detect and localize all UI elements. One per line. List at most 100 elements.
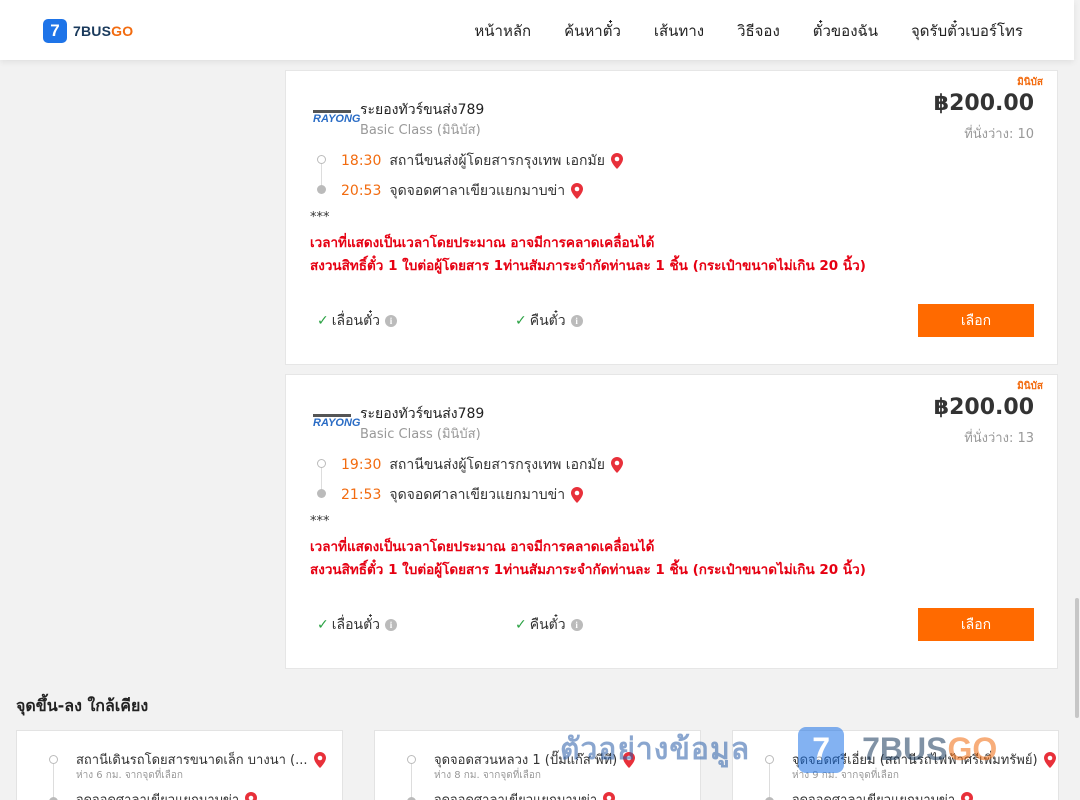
note-line-2: สงวนสิทธิ์ตั๋ว 1 ใบต่อผู้โดยสาร 1ท่านสัม… [310,562,866,578]
feature-label: เลื่อนตั๋ว [331,617,381,633]
map-pin-icon[interactable] [610,457,623,473]
bus-type-badge: มินิบัส [1017,381,1043,392]
departure-stop-name: สถานีขนส่งผู้โดยสารกรุงเทพ เอกมัย [389,457,605,473]
nearby-to: จุดจอดศาลาเขียวแยกมาบข่า [792,789,974,800]
nearby-route-card[interactable]: จุดจอดสวนหลวง 1 (ปั๊มแก๊ส พีที) ห่าง 8 ก… [374,730,701,800]
map-pin-icon[interactable] [610,153,623,169]
nav-search-ticket[interactable]: ค้นหาตั๋ว [564,19,621,43]
feature-refund: ✓ คืนตั๋ว i [515,614,583,636]
logo-text-main: 7BUS [73,23,112,39]
route-line [769,759,770,800]
map-pin-icon[interactable] [603,791,616,800]
note-line-1: เวลาที่แสดงเป็นเวลาโดยประมาณ อาจมีการคลา… [310,235,655,251]
bus-class: Basic Class (มินิบัส) [360,123,481,138]
route-line [53,759,54,800]
route-line [411,759,412,800]
seats-available: ที่นั่งว่าง: 13 [964,431,1034,446]
nav-ticket-pickup[interactable]: จุดรับตั๋วเบอร์โทร [911,19,1023,43]
check-icon: ✓ [317,617,329,633]
info-icon[interactable]: i [570,315,583,327]
arrival-stop-name: จุดจอดศาลาเขียวแยกมาบข่า [389,487,566,503]
nearby-distance: ห่าง 6 กม. จากจุดที่เลือก [76,770,183,781]
map-pin-icon[interactable] [623,751,636,768]
nearby-to: จุดจอดศาลาเขียวแยกมาบข่า [76,789,258,800]
note-stars: *** [310,514,330,529]
bus-class: Basic Class (มินิบัส) [360,427,481,442]
trip-card: มินิบัส RAYONG ระยองทัวร์ขนส่ง789 Basic … [285,374,1058,669]
departure-dot [49,755,58,764]
map-pin-icon[interactable] [571,487,584,503]
departure-dot [317,155,326,164]
nav-my-tickets[interactable]: ตั๋วของฉัน [813,19,878,43]
arrival-time: 20:53 [341,183,382,199]
check-icon: ✓ [515,313,527,329]
nearby-to: จุดจอดศาลาเขียวแยกมาบข่า [434,789,616,800]
nearby-route-card[interactable]: จุดจอดศรีเอี่ยม (สถานีรถไฟฟ้าศรีเพิ่มทรั… [732,730,1059,800]
arrival-dot [317,489,326,498]
nearby-distance: ห่าง 9 กม. จากจุดที่เลือก [792,770,899,781]
nav-home[interactable]: หน้าหลัก [474,19,531,43]
feature-label: คืนตั๋ว [529,617,566,633]
page-scrollbar[interactable] [1074,0,1080,800]
departure-dot [407,755,416,764]
nearby-to-name: จุดจอดศาลาเขียวแยกมาบข่า [434,789,597,800]
nearby-from-name: สถานีเดินรถโดยสารขนาดเล็ก บางนา (... [76,753,308,768]
ticket-price: ฿200.00 [933,395,1034,420]
info-icon[interactable]: i [385,315,398,327]
map-pin-icon[interactable] [313,751,326,768]
nearby-distance: ห่าง 8 กม. จากจุดที่เลือก [434,770,541,781]
info-icon[interactable]: i [570,619,583,631]
nav-how-to-book[interactable]: วิธีจอง [737,19,780,43]
note-stars: *** [310,210,330,225]
operator-name: ระยองทัวร์ขนส่ง789 [360,406,485,422]
nav-routes[interactable]: เส้นทาง [654,19,704,43]
operator-logo: RAYONG [313,108,361,126]
scrollbar-thumb[interactable] [1075,598,1079,718]
map-pin-icon[interactable] [571,183,584,199]
map-pin-icon[interactable] [1043,751,1056,768]
select-trip-button[interactable]: เลือก [918,304,1034,337]
note-line-1: เวลาที่แสดงเป็นเวลาโดยประมาณ อาจมีการคลา… [310,539,655,555]
logo-text-accent: GO [111,23,134,39]
nearby-from: สถานีเดินรถโดยสารขนาดเล็ก บางนา (... [76,749,326,770]
nearby-from-name: จุดจอดศรีเอี่ยม (สถานีรถไฟฟ้าศรีเพิ่มทรั… [792,753,1038,768]
feature-reschedule: ✓ เลื่อนตั๋ว i [317,310,398,332]
trip-card: มินิบัส RAYONG ระยองทัวร์ขนส่ง789 Basic … [285,70,1058,365]
note-line-2: สงวนสิทธิ์ตั๋ว 1 ใบต่อผู้โดยสาร 1ท่านสัม… [310,258,866,274]
map-pin-icon[interactable] [245,791,258,800]
site-logo[interactable]: 7 7BUSGO [43,19,133,43]
departure-stop: 18:30 สถานีขนส่งผู้โดยสารกรุงเทพ เอกมัย [341,150,623,172]
main-nav: หน้าหลัก ค้นหาตั๋ว เส้นทาง วิธีจอง ตั๋วข… [474,19,1023,43]
feature-refund: ✓ คืนตั๋ว i [515,310,583,332]
check-icon: ✓ [515,617,527,633]
nearby-from: จุดจอดสวนหลวง 1 (ปั๊มแก๊ส พีที) [434,749,636,770]
feature-label: คืนตั๋ว [529,313,566,329]
nearby-route-card[interactable]: สถานีเดินรถโดยสารขนาดเล็ก บางนา (... ห่า… [16,730,343,800]
select-trip-button[interactable]: เลือก [918,608,1034,641]
logo-text: 7BUSGO [73,23,133,39]
nearby-to-name: จุดจอดศาลาเขียวแยกมาบข่า [792,789,955,800]
top-header: 7 7BUSGO หน้าหลัก ค้นหาตั๋ว เส้นทาง วิธี… [0,0,1074,60]
seats-available: ที่นั่งว่าง: 10 [964,127,1034,142]
check-icon: ✓ [317,313,329,329]
departure-stop-name: สถานีขนส่งผู้โดยสารกรุงเทพ เอกมัย [389,153,605,169]
nearby-section-title: จุดขึ้น-ลง ใกล้เคียง [16,696,149,715]
operator-logo: RAYONG [313,412,361,430]
map-pin-icon[interactable] [961,791,974,800]
nearby-from-name: จุดจอดสวนหลวง 1 (ปั๊มแก๊ส พีที) [434,753,618,768]
nearby-to-name: จุดจอดศาลาเขียวแยกมาบข่า [76,789,239,800]
arrival-stop: 21:53 จุดจอดศาลาเขียวแยกมาบข่า [341,484,584,506]
logo-word: RAYONG [313,113,361,125]
departure-dot [765,755,774,764]
ticket-price: ฿200.00 [933,91,1034,116]
arrival-stop-name: จุดจอดศาลาเขียวแยกมาบข่า [389,183,566,199]
operator-name: ระยองทัวร์ขนส่ง789 [360,102,485,118]
arrival-dot [317,185,326,194]
logo-word: RAYONG [313,417,361,429]
arrival-time: 21:53 [341,487,382,503]
info-icon[interactable]: i [385,619,398,631]
feature-reschedule: ✓ เลื่อนตั๋ว i [317,614,398,636]
logo-mark: 7 [43,19,67,43]
departure-stop: 19:30 สถานีขนส่งผู้โดยสารกรุงเทพ เอกมัย [341,454,623,476]
bus-type-badge: มินิบัส [1017,77,1043,88]
